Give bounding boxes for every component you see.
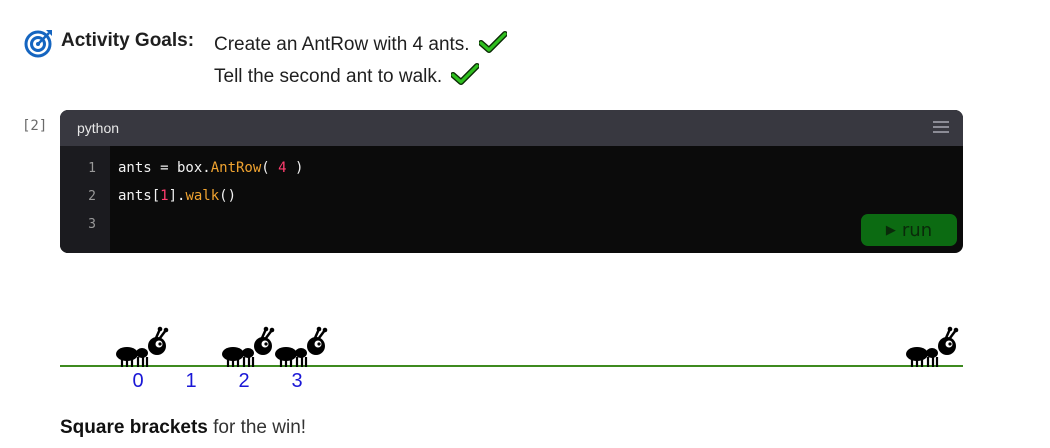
code-text: ants[ bbox=[118, 188, 161, 204]
code-line[interactable]: ants[1].walk() bbox=[118, 188, 236, 204]
ant-index-label: 1 bbox=[185, 370, 197, 392]
ant-index-label: 3 bbox=[291, 370, 303, 392]
goals-title: Activity Goals: bbox=[61, 30, 195, 51]
language-label: python bbox=[77, 120, 120, 136]
run-button[interactable]: ▶ run bbox=[861, 214, 957, 246]
code-editor[interactable]: python 1 2 3 ants = box.AntRow( 4 ) ants… bbox=[60, 110, 963, 253]
ant-icon bbox=[116, 326, 169, 367]
code-function: walk bbox=[185, 188, 220, 204]
ant-index-label: 2 bbox=[238, 370, 250, 392]
code-line[interactable]: ants = box.AntRow( 4 ) bbox=[118, 160, 303, 176]
target-icon bbox=[24, 30, 52, 58]
hamburger-menu-icon[interactable] bbox=[933, 121, 949, 133]
ant-icon bbox=[222, 326, 275, 367]
editor-header: python bbox=[60, 110, 963, 146]
play-icon: ▶ bbox=[885, 222, 896, 238]
code-text: ]. bbox=[168, 188, 186, 204]
footer-caption: Square brackets for the win! bbox=[60, 417, 306, 439]
run-button-label: run bbox=[901, 219, 933, 241]
line-number: 1 bbox=[88, 161, 96, 176]
code-text: ants = box. bbox=[118, 160, 211, 176]
code-number: 1 bbox=[160, 188, 169, 204]
activity-goals: Activity Goals: Create an AntRow with 4 … bbox=[24, 26, 584, 96]
ant-index-label: 0 bbox=[132, 370, 144, 392]
checkmark-icon bbox=[451, 63, 480, 85]
ant-icon bbox=[906, 326, 959, 367]
goal-item-text: Tell the second ant to walk. bbox=[214, 66, 443, 87]
goal-item-1: Create an AntRow with 4 ants. bbox=[214, 31, 507, 56]
footer-rest: for the win! bbox=[207, 417, 307, 438]
checkmark-icon bbox=[478, 31, 507, 53]
footer-bold: Square brackets bbox=[60, 417, 208, 438]
code-number: 4 bbox=[278, 160, 287, 176]
ant-icon bbox=[275, 326, 328, 367]
line-number: 3 bbox=[88, 217, 96, 232]
line-number: 2 bbox=[88, 189, 96, 204]
code-text: ) bbox=[286, 160, 304, 176]
code-function: AntRow bbox=[210, 160, 262, 176]
cell-prompt: [2] bbox=[22, 118, 48, 134]
ground-line bbox=[60, 365, 963, 367]
goal-item-2: Tell the second ant to walk. bbox=[214, 63, 480, 88]
code-text: () bbox=[219, 188, 237, 204]
code-text: ( bbox=[261, 160, 279, 176]
goal-item-text: Create an AntRow with 4 ants. bbox=[214, 34, 470, 55]
line-number-gutter: 1 2 3 bbox=[60, 146, 110, 253]
